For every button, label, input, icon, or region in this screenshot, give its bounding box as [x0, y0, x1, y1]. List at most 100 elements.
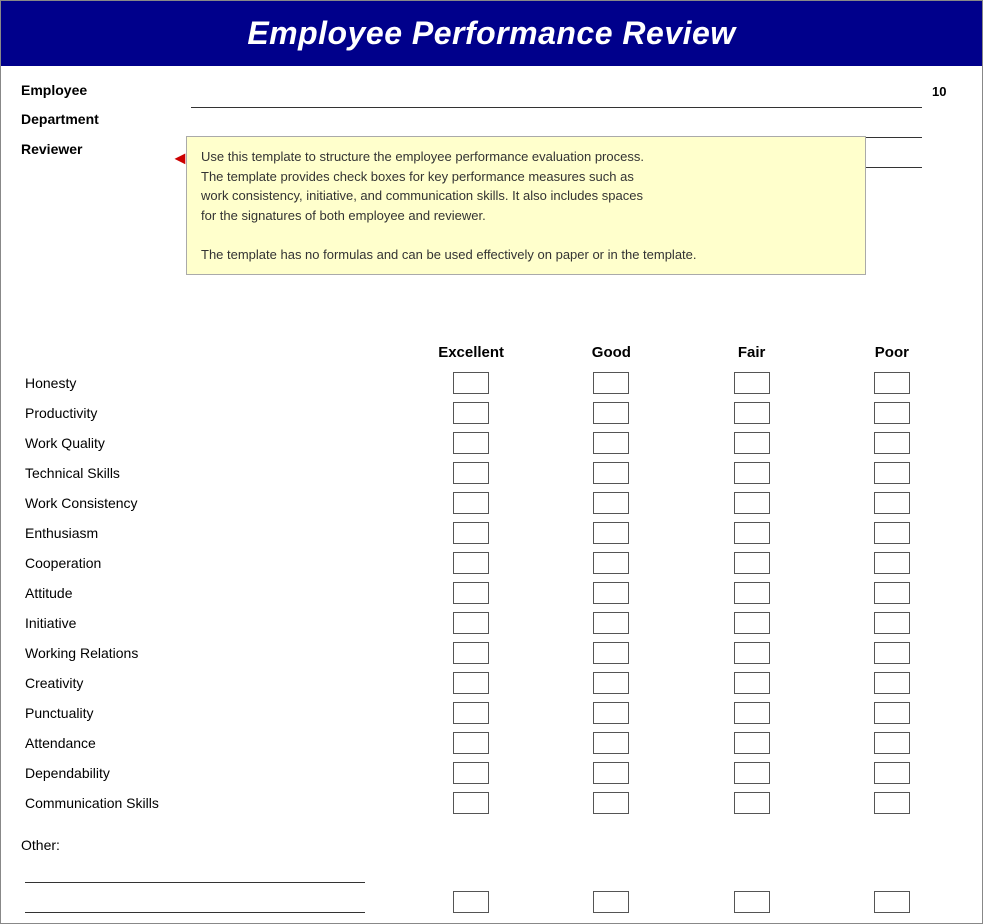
other-line-2[interactable] — [25, 891, 365, 913]
check-excellent-1[interactable] — [453, 402, 489, 424]
criteria-checkboxes-10 — [401, 672, 962, 694]
criteria-label-9: Working Relations — [21, 645, 401, 661]
check-good-10[interactable] — [593, 672, 629, 694]
check-fair-12[interactable] — [734, 732, 770, 754]
main-content: Employee Department Reviewer 10 ◄ Use th… — [1, 66, 982, 923]
check-fair-6[interactable] — [734, 552, 770, 574]
check-good-3[interactable] — [593, 462, 629, 484]
employee-info: Employee Department Reviewer — [21, 76, 181, 164]
check-excellent-3[interactable] — [453, 462, 489, 484]
check-good-8[interactable] — [593, 612, 629, 634]
criteria-label-1: Productivity — [21, 405, 401, 421]
employee-input-line[interactable] — [191, 80, 922, 108]
criteria-label-12: Attendance — [21, 735, 401, 751]
check-good-5[interactable] — [593, 522, 629, 544]
check-poor-0[interactable] — [874, 372, 910, 394]
check-good-6[interactable] — [593, 552, 629, 574]
criteria-label-11: Punctuality — [21, 705, 401, 721]
tooltip-text3: work consistency, initiative, and commun… — [201, 186, 851, 206]
check-excellent-7[interactable] — [453, 582, 489, 604]
other-check-good[interactable] — [593, 891, 629, 913]
other-line-1[interactable] — [25, 861, 365, 883]
other-lines-row — [21, 861, 962, 913]
check-excellent-11[interactable] — [453, 702, 489, 724]
check-poor-13[interactable] — [874, 762, 910, 784]
criteria-label-4: Work Consistency — [21, 495, 401, 511]
tooltip-text5: The template has no formulas and can be … — [201, 245, 851, 265]
right-label: 10 — [932, 76, 962, 99]
tooltip-text4: for the signatures of both employee and … — [201, 206, 851, 226]
check-poor-7[interactable] — [874, 582, 910, 604]
check-fair-7[interactable] — [734, 582, 770, 604]
criteria-row: Working Relations — [21, 639, 962, 667]
check-excellent-6[interactable] — [453, 552, 489, 574]
check-poor-3[interactable] — [874, 462, 910, 484]
criteria-label-7: Attitude — [21, 585, 401, 601]
check-good-11[interactable] — [593, 702, 629, 724]
check-poor-6[interactable] — [874, 552, 910, 574]
header-excellent: Excellent — [401, 344, 541, 361]
tooltip-text2: The template provides check boxes for ke… — [201, 167, 851, 187]
check-poor-5[interactable] — [874, 522, 910, 544]
check-good-12[interactable] — [593, 732, 629, 754]
page: Employee Performance Review Employee Dep… — [0, 0, 983, 924]
tooltip-box: Use this template to structure the emplo… — [186, 136, 866, 275]
check-good-9[interactable] — [593, 642, 629, 664]
check-excellent-9[interactable] — [453, 642, 489, 664]
criteria-checkboxes-11 — [401, 702, 962, 724]
department-input-line[interactable] — [191, 110, 922, 138]
check-poor-14[interactable] — [874, 792, 910, 814]
check-good-7[interactable] — [593, 582, 629, 604]
criteria-row: Communication Skills — [21, 789, 962, 817]
check-good-0[interactable] — [593, 372, 629, 394]
check-fair-5[interactable] — [734, 522, 770, 544]
header-bar: Employee Performance Review — [1, 1, 982, 66]
check-poor-9[interactable] — [874, 642, 910, 664]
criteria-checkboxes-3 — [401, 462, 962, 484]
check-excellent-8[interactable] — [453, 612, 489, 634]
check-fair-11[interactable] — [734, 702, 770, 724]
check-good-13[interactable] — [593, 762, 629, 784]
check-good-14[interactable] — [593, 792, 629, 814]
check-poor-2[interactable] — [874, 432, 910, 454]
header-fair: Fair — [682, 344, 822, 361]
check-fair-14[interactable] — [734, 792, 770, 814]
check-excellent-4[interactable] — [453, 492, 489, 514]
check-excellent-10[interactable] — [453, 672, 489, 694]
check-poor-10[interactable] — [874, 672, 910, 694]
check-excellent-12[interactable] — [453, 732, 489, 754]
check-fair-10[interactable] — [734, 672, 770, 694]
check-excellent-14[interactable] — [453, 792, 489, 814]
criteria-label-10: Creativity — [21, 675, 401, 691]
check-poor-4[interactable] — [874, 492, 910, 514]
check-fair-3[interactable] — [734, 462, 770, 484]
other-check-excellent[interactable] — [453, 891, 489, 913]
other-check-poor[interactable] — [874, 891, 910, 913]
check-excellent-0[interactable] — [453, 372, 489, 394]
check-poor-11[interactable] — [874, 702, 910, 724]
criteria-checkboxes-4 — [401, 492, 962, 514]
check-fair-4[interactable] — [734, 492, 770, 514]
check-fair-1[interactable] — [734, 402, 770, 424]
check-good-1[interactable] — [593, 402, 629, 424]
check-good-2[interactable] — [593, 432, 629, 454]
check-excellent-5[interactable] — [453, 522, 489, 544]
check-excellent-2[interactable] — [453, 432, 489, 454]
check-excellent-13[interactable] — [453, 762, 489, 784]
check-fair-2[interactable] — [734, 432, 770, 454]
check-fair-8[interactable] — [734, 612, 770, 634]
criteria-row: Initiative — [21, 609, 962, 637]
criteria-row: Attitude — [21, 579, 962, 607]
check-poor-1[interactable] — [874, 402, 910, 424]
check-fair-13[interactable] — [734, 762, 770, 784]
criteria-checkboxes-7 — [401, 582, 962, 604]
criteria-checkboxes-2 — [401, 432, 962, 454]
check-poor-12[interactable] — [874, 732, 910, 754]
criteria-label-2: Work Quality — [21, 435, 401, 451]
check-fair-9[interactable] — [734, 642, 770, 664]
check-good-4[interactable] — [593, 492, 629, 514]
other-check-fair[interactable] — [734, 891, 770, 913]
check-fair-0[interactable] — [734, 372, 770, 394]
criteria-checkboxes-12 — [401, 732, 962, 754]
check-poor-8[interactable] — [874, 612, 910, 634]
